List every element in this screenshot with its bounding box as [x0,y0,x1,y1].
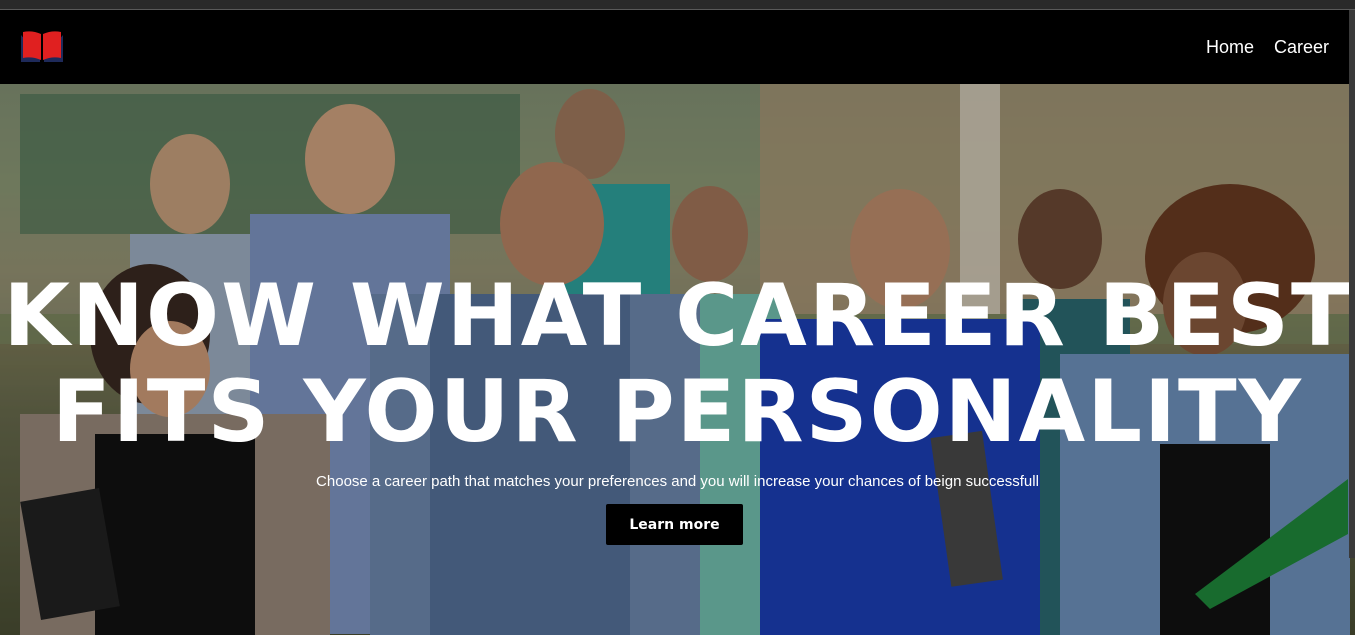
hero-headline-line-2: FITS YOUR PERSONALITY [52,362,1303,462]
page-scrollbar[interactable] [1349,10,1355,558]
navbar: Home Career [0,10,1355,84]
hero-headline: KNOW WHAT CAREER BEST FITS YOUR PERSONAL… [0,268,1355,460]
hero-headline-line-1: KNOW WHAT CAREER BEST [3,266,1352,366]
nav-link-home[interactable]: Home [1206,37,1254,58]
browser-top-strip [0,0,1355,10]
nav-links: Home Career [1206,37,1329,58]
hero-section: KNOW WHAT CAREER BEST FITS YOUR PERSONAL… [0,84,1355,635]
hero-subtitle: Choose a career path that matches your p… [316,473,1039,490]
nav-link-career[interactable]: Career [1274,37,1329,58]
open-book-icon[interactable] [19,29,65,65]
learn-more-button[interactable]: Learn more [606,504,743,545]
